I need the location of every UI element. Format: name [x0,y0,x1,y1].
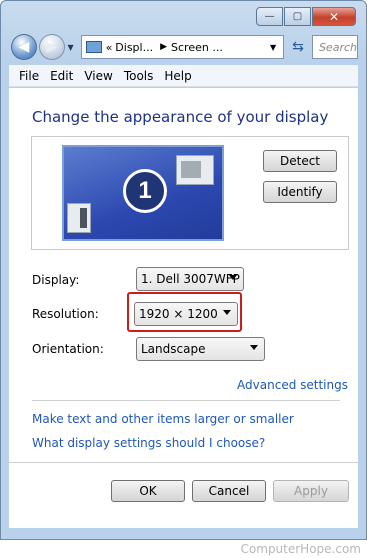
chevron-down-icon [250,345,258,350]
control-panel-window: — ▢ ✕ ◀ ▶ ▼ « Displ... ▶ Screen ... ▼ ⇆ … [0,0,367,540]
text-size-link[interactable]: Make text and other items larger or smal… [32,412,294,426]
display-select-value: 1. Dell 3007WFP [141,272,240,286]
monitor-number-badge: 1 [123,169,167,213]
forward-arrow-icon[interactable]: ▶ [38,34,65,60]
identify-button[interactable]: Identify [263,181,337,203]
section-divider [32,400,340,401]
footer-divider [9,462,358,463]
orientation-select-value: Landscape [141,342,206,356]
menu-tools[interactable]: Tools [120,69,161,83]
menu-edit[interactable]: Edit [46,69,80,83]
watermark: ComputerHope.com [240,542,361,556]
maximize-button[interactable]: ▢ [284,7,311,26]
search-input[interactable]: Search [311,35,358,59]
back-arrow-icon[interactable]: ◀ [11,34,37,60]
menu-help[interactable]: Help [160,69,198,83]
chevron-down-icon [223,310,231,315]
address-dropdown-icon[interactable]: ▼ [270,43,276,52]
breadcrumb-screen-resolution[interactable]: Screen ... [171,41,223,54]
menu-view[interactable]: View [80,69,119,83]
menu-file[interactable]: File [15,69,46,83]
cancel-button[interactable]: Cancel [192,480,266,502]
history-dropdown-icon[interactable]: ▼ [65,43,77,52]
menu-bar: File Edit View Tools Help [9,65,358,87]
window-thumbnail-icon [176,155,214,185]
screen-resolution-panel: Change the appearance of your display 1 … [9,88,358,528]
refresh-icon[interactable]: ⇆ [286,35,310,59]
orientation-select[interactable]: Landscape [136,337,265,361]
close-button[interactable]: ✕ [312,7,356,26]
window-thumbnail-icon [67,203,91,233]
display-settings-help-link[interactable]: What display settings should I choose? [32,436,265,450]
breadcrumb-display[interactable]: Displ... [115,41,153,54]
chevron-down-icon [229,275,237,280]
minimize-button[interactable]: — [256,7,283,26]
detect-button[interactable]: Detect [263,150,337,172]
monitor-icon[interactable]: 1 [62,145,224,241]
advanced-settings-link[interactable]: Advanced settings [237,378,348,392]
page-title: Change the appearance of your display [32,108,329,126]
breadcrumb-chevrons[interactable]: « [106,41,113,54]
navigation-bar: ◀ ▶ ▼ « Displ... ▶ Screen ... ▼ ⇆ Search [11,33,358,61]
control-panel-icon [85,41,102,53]
resolution-select-value: 1920 × 1200 [139,307,218,321]
display-label: Display: [32,273,80,287]
display-select[interactable]: 1. Dell 3007WFP [136,267,244,291]
resolution-label: Resolution: [32,307,99,321]
resolution-select[interactable]: 1920 × 1200 [134,302,238,326]
breadcrumb-separator-icon[interactable]: ▶ [160,42,167,52]
ok-button[interactable]: OK [111,480,185,502]
address-bar[interactable]: « Displ... ▶ Screen ... ▼ [80,35,285,59]
orientation-label: Orientation: [32,342,104,356]
apply-button[interactable]: Apply [273,480,349,502]
title-bar-controls: — ▢ ✕ [256,7,356,26]
